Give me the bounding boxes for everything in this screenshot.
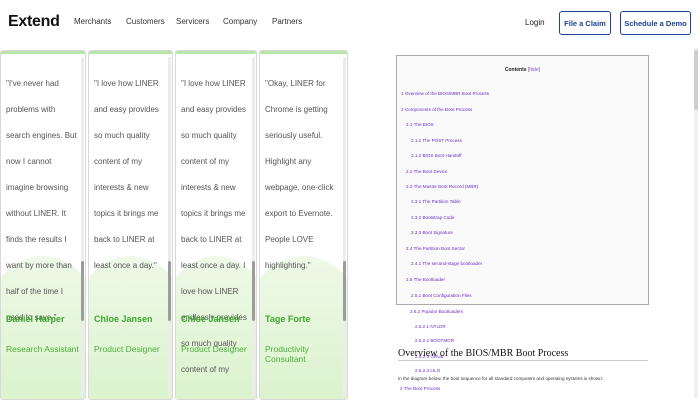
schedule-demo-button[interactable]: Schedule a Demo — [620, 11, 691, 35]
toc-title-text: Contents — [504, 67, 527, 73]
toc-overflow-item[interactable]: 2.5.2.4 LILO — [415, 368, 440, 373]
testimonial-card: "I've never had problems with search eng… — [0, 50, 86, 400]
toc-item[interactable]: 2.2 The Boot Device — [406, 169, 448, 174]
toc-item[interactable]: 2 Components of the Boot Process — [401, 107, 472, 112]
toc-item[interactable]: 2.1.1 The POST Process — [411, 138, 462, 143]
card-scrollbar-thumb[interactable] — [81, 261, 84, 321]
toc-item[interactable]: 1 Overview of the BIOS/MBR Boot Process — [401, 91, 489, 96]
card-accent-bar — [89, 51, 172, 54]
card-scrollbar-track[interactable] — [252, 57, 255, 397]
toc-item[interactable]: 2.3.3 Boot Signature — [411, 230, 453, 235]
testimonial-author-name: Chloe Jansen — [181, 314, 240, 324]
toc-overflow-item[interactable]: 2.5.2.1 NTLDR — [415, 324, 446, 329]
toc-item[interactable]: 2.4 The Partition Boot Sector — [406, 246, 465, 251]
page-scrollbar-thumb[interactable] — [694, 50, 698, 110]
testimonial-quote: "Okay, LINER for Chrome is getting serio… — [265, 79, 334, 270]
nav-partners[interactable]: Partners — [272, 17, 312, 26]
toc-overflow-item[interactable]: 2.5.2.2 BOOTMGR — [415, 338, 454, 343]
card-accent-bar — [1, 51, 85, 54]
file-claim-button[interactable]: File a Claim — [559, 11, 611, 35]
testimonial-author-name: Chloe Jansen — [94, 314, 153, 324]
card-scrollbar-track[interactable] — [81, 57, 84, 397]
card-accent-bar — [260, 51, 347, 54]
toc-item[interactable]: 2.1.2 BIOS Boot Handoff — [411, 153, 461, 158]
nav-company[interactable]: Company — [223, 17, 272, 26]
testimonial-author-role: Research Assistant — [6, 344, 79, 354]
toc-item[interactable]: 2.3.1 The Partition Table — [411, 199, 461, 204]
toc-item[interactable]: 2.3 The Master Boot Record (MBR) — [406, 184, 478, 189]
testimonial-quote: "I love how LINER and easy provides so m… — [94, 79, 159, 270]
main-nav: Merchants Customers Servicers Company Pa… — [74, 17, 312, 26]
article-paragraph: In the diagram below, the boot sequence … — [398, 376, 604, 381]
article-heading: Overview of the BIOS/MBR Boot Process — [398, 348, 648, 361]
testimonial-author-name: Daniel Harper — [6, 314, 65, 324]
testimonial-card: "I love how LINER and easy provides so m… — [175, 50, 257, 400]
nav-merchants[interactable]: Merchants — [74, 17, 126, 26]
card-scrollbar-thumb[interactable] — [343, 261, 346, 321]
toc-overflow-item[interactable]: 2.5.2 Popular Bootloaders — [410, 309, 463, 314]
toc-item[interactable]: 2.3.2 Bootstrap Code — [411, 215, 454, 220]
toc-title: Contents [hide] — [397, 67, 648, 73]
card-scrollbar-thumb[interactable] — [168, 261, 171, 321]
testimonial-author-role: Product Designer — [94, 344, 160, 354]
testimonial-card: "I love how LINER and easy provides so m… — [88, 50, 173, 400]
testimonial-author-role: Productivity Consultant — [265, 344, 309, 364]
top-navigation-bar: Extend Merchants Customers Servicers Com… — [0, 0, 700, 46]
testimonial-carousel: "I've never had problems with search eng… — [0, 46, 348, 400]
testimonial-author-name: Tage Forte — [265, 314, 311, 324]
toc-item[interactable]: 2.4.1 The second-stage bootloader — [411, 261, 482, 266]
testimonial-quote: "I love how LINER and easy provides so m… — [181, 79, 247, 374]
table-of-contents: Contents [hide] 1 Overview of the BIOS/M… — [396, 55, 649, 305]
article-section-link[interactable]: 2 The Boot Process — [400, 386, 440, 391]
card-scrollbar-track[interactable] — [168, 57, 171, 397]
nav-customers[interactable]: Customers — [126, 17, 176, 26]
toc-item[interactable]: 2.5.1 Boot Configuration Files — [411, 293, 472, 298]
testimonial-author-role: Product Designer — [181, 344, 247, 354]
toc-item[interactable]: 2.5 The Bootloader — [406, 277, 445, 282]
card-accent-bar — [176, 51, 256, 54]
testimonial-quote: "I've never had problems with search eng… — [6, 79, 77, 322]
login-link[interactable]: Login — [525, 18, 545, 27]
toc-hide-link[interactable]: [hide] — [528, 67, 540, 73]
toc-item[interactable]: 2.1 The BIOS — [406, 122, 434, 127]
extend-logo[interactable]: Extend — [8, 13, 60, 31]
testimonial-card: "Okay, LINER for Chrome is getting serio… — [259, 50, 348, 400]
card-scrollbar-thumb[interactable] — [252, 261, 255, 321]
nav-servicers[interactable]: Servicers — [176, 17, 223, 26]
card-scrollbar-track[interactable] — [343, 57, 346, 397]
